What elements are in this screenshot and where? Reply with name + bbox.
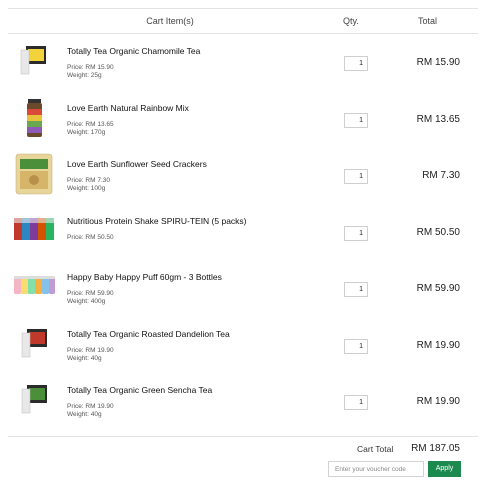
product-weight: Weight: 170g [67,129,106,136]
cart-item-row: Love Earth Natural Rainbow Mix Price: RM … [8,93,478,149]
quantity-input[interactable]: 1 [344,282,368,297]
product-image[interactable] [12,323,56,365]
product-price: Price: RM 19.90 [67,403,114,410]
product-name[interactable]: Nutritious Protein Shake SPIRU-TEIN (5 p… [67,216,247,226]
line-total: RM 19.90 [416,340,460,351]
line-total: RM 15.90 [416,57,460,68]
product-weight: Weight: 100g [67,185,106,192]
product-image[interactable] [12,210,56,252]
product-price: Price: RM 13.65 [67,121,114,128]
line-total: RM 19.90 [416,396,460,407]
quantity-input[interactable]: 1 [344,339,368,354]
cart-total-label: Cart Total [357,444,394,454]
quantity-input[interactable]: 1 [344,56,368,71]
cart-total-value: RM 187.05 [411,443,460,454]
product-name[interactable]: Totally Tea Organic Chamomile Tea [67,46,200,56]
product-image[interactable] [12,97,56,139]
product-weight: Weight: 400g [67,298,106,305]
product-image[interactable] [12,40,56,82]
cart-header: Cart Item(s) Qty. Total [8,8,478,34]
quantity-input[interactable]: 1 [344,226,368,241]
product-name[interactable]: Totally Tea Organic Roasted Dandelion Te… [67,329,230,339]
product-image[interactable] [12,379,56,421]
line-total: RM 13.65 [416,114,460,125]
cart-item-row: Totally Tea Organic Green Sencha Tea Pric… [8,375,478,431]
product-weight: Weight: 40g [67,355,102,362]
cart-item-row: Totally Tea Organic Chamomile Tea Price: … [8,36,478,92]
product-weight: Weight: 25g [67,72,102,79]
header-total: Total [418,16,438,26]
product-image[interactable] [12,153,56,195]
quantity-input[interactable]: 1 [344,395,368,410]
cart-item-row: Totally Tea Organic Roasted Dandelion Te… [8,319,478,375]
cart-table: Cart Item(s) Qty. Total Totally Tea Orga… [8,8,478,480]
apply-voucher-button[interactable]: Apply [428,461,461,477]
cart-item-row: Nutritious Protein Shake SPIRU-TEIN (5 p… [8,206,478,262]
voucher-code-input[interactable] [328,461,424,477]
line-total: RM 50.50 [416,227,460,238]
product-image[interactable] [12,266,56,308]
header-cart-items: Cart Item(s) [146,16,194,26]
quantity-input[interactable]: 1 [344,113,368,128]
product-price: Price: RM 19.90 [67,347,114,354]
product-name[interactable]: Love Earth Sunflower Seed Crackers [67,159,207,169]
product-price: Price: RM 15.90 [67,64,114,71]
product-price: Price: RM 59.90 [67,290,114,297]
line-total: RM 7.30 [422,170,460,181]
cart-item-row: Happy Baby Happy Puff 60gm - 3 Bottles Pr… [8,262,478,318]
product-name[interactable]: Happy Baby Happy Puff 60gm - 3 Bottles [67,272,222,282]
quantity-input[interactable]: 1 [344,169,368,184]
cart-footer: Cart Total RM 187.05 Apply [8,436,478,480]
product-name[interactable]: Love Earth Natural Rainbow Mix [67,103,189,113]
header-qty: Qty. [343,16,359,26]
product-price: Price: RM 50.50 [67,234,114,241]
cart-item-row: Love Earth Sunflower Seed Crackers Price:… [8,149,478,205]
line-total: RM 59.90 [416,283,460,294]
product-weight: Weight: 40g [67,411,102,418]
product-price: Price: RM 7.30 [67,177,110,184]
product-name[interactable]: Totally Tea Organic Green Sencha Tea [67,385,212,395]
